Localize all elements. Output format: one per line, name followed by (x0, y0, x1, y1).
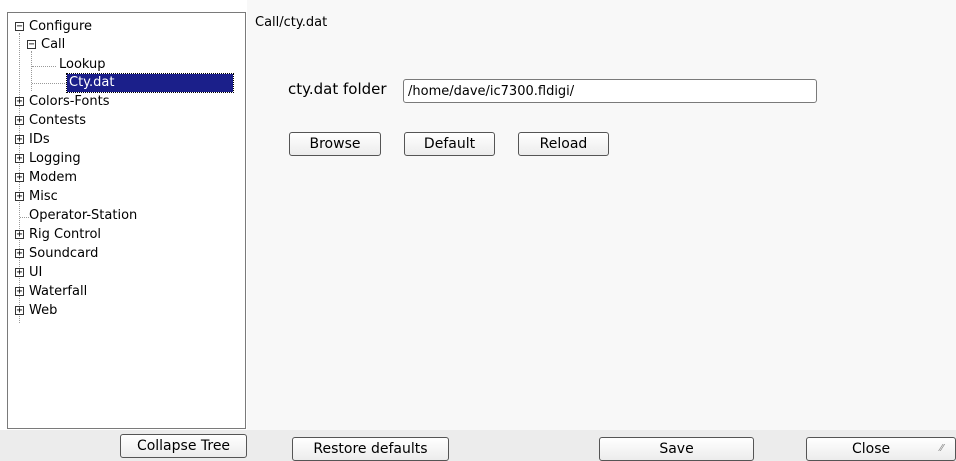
expand-toggle-icon[interactable]: + (15, 230, 24, 240)
tree-item-label-selected: Cty.dat (66, 73, 234, 93)
collapse-toggle-icon[interactable]: − (27, 40, 36, 50)
tree-item-label: UI (29, 265, 43, 280)
tree-item-label: IDs (29, 132, 50, 147)
expand-toggle-icon[interactable]: + (15, 116, 24, 126)
tree-item-label: Contests (29, 113, 87, 128)
tree-guide-line (20, 217, 29, 218)
expand-toggle-icon[interactable]: + (15, 97, 24, 107)
restore-defaults-button[interactable]: Restore defaults (292, 437, 449, 461)
tree-item-label: Rig Control (29, 227, 102, 242)
tree-item-label: Call (41, 37, 66, 52)
tree-item-label: Misc (29, 189, 58, 204)
breadcrumb: Call/cty.dat (255, 15, 328, 30)
tree-item-label: Operator-Station (29, 208, 138, 223)
tree-item-label: Modem (29, 170, 78, 185)
settings-panel: Call/cty.dat cty.dat folder Browse Defau… (247, 0, 956, 430)
expand-toggle-icon[interactable]: + (15, 192, 24, 202)
tree-guide-line (32, 83, 67, 84)
tree-item-label: Waterfall (29, 284, 88, 299)
expand-toggle-icon[interactable]: + (15, 173, 24, 183)
reload-button[interactable]: Reload (518, 132, 609, 156)
cty-dat-folder-input[interactable] (403, 79, 817, 103)
tree-item-label: Lookup (59, 57, 106, 72)
expand-toggle-icon[interactable]: + (15, 135, 24, 145)
expand-toggle-icon[interactable]: + (15, 154, 24, 164)
config-tree[interactable]: − Configure − Call Lookup Cty.dat + Colo… (7, 12, 246, 429)
bottom-button-bar: Collapse Tree Restore defaults Save Clos… (0, 430, 956, 461)
default-button[interactable]: Default (404, 132, 495, 156)
tree-item-label: Soundcard (29, 246, 99, 261)
tree-item-label: Logging (29, 151, 81, 166)
resize-grip-icon[interactable]: ⁄⁄ (940, 443, 952, 455)
expand-toggle-icon[interactable]: + (15, 306, 24, 316)
tree-guide-line (32, 66, 56, 67)
browse-button[interactable]: Browse (289, 132, 381, 156)
close-button[interactable]: Close (806, 437, 956, 461)
tree-guide-line (31, 51, 32, 91)
expand-toggle-icon[interactable]: + (15, 249, 24, 259)
tree-item-cty-dat[interactable]: Cty.dat (66, 73, 234, 93)
expand-toggle-icon[interactable]: + (15, 268, 24, 278)
save-button[interactable]: Save (599, 437, 754, 461)
tree-item-label: Colors-Fonts (29, 94, 110, 109)
expand-toggle-icon[interactable]: + (15, 287, 24, 297)
tree-item-label: Web (29, 303, 58, 318)
cty-dat-folder-label: cty.dat folder (288, 80, 387, 98)
collapse-toggle-icon[interactable]: − (15, 22, 24, 32)
tree-item-label: Configure (29, 19, 93, 34)
collapse-tree-button[interactable]: Collapse Tree (120, 434, 247, 458)
